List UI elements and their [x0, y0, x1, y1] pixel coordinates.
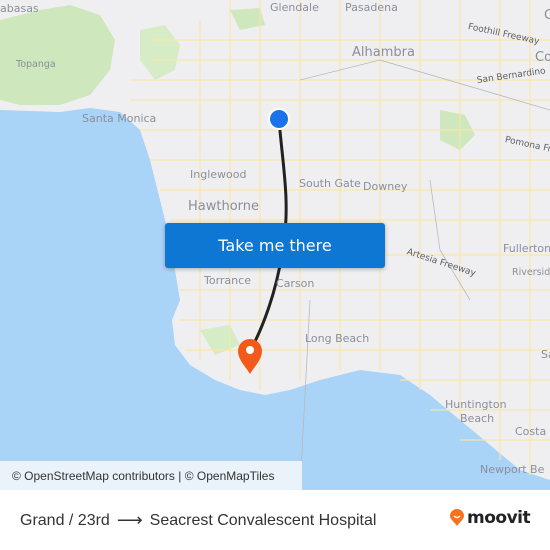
- place-label: Riverside: [512, 267, 550, 278]
- place-label: Hawthorne: [188, 199, 260, 214]
- place-label: Fullerton: [503, 242, 550, 255]
- park: [140, 25, 180, 80]
- place-label: abasas: [0, 2, 39, 15]
- destination-pin-icon[interactable]: [236, 337, 264, 375]
- place-label: Carson: [276, 277, 315, 290]
- place-label: Glendale: [270, 1, 319, 14]
- place-label: Beach: [460, 412, 495, 425]
- place-label: South Gate: [299, 177, 361, 190]
- moovit-pin-icon: [450, 509, 464, 526]
- place-label: Downey: [363, 180, 408, 193]
- destination-name: Seacrest Convalescent Hospital: [149, 511, 377, 529]
- map[interactable]: abasas Topanga Glendale Pasadena Alhambr…: [0, 0, 550, 490]
- place-label: Torrance: [204, 274, 251, 287]
- place-label: Inglewood: [190, 168, 247, 181]
- place-label: Co: [535, 50, 550, 65]
- origin-name: Grand / 23rd: [20, 511, 110, 529]
- map-attribution[interactable]: © OpenStreetMap contributors | © OpenMap…: [0, 461, 302, 490]
- place-label: Newport Be: [480, 463, 545, 476]
- place-label: Costa I: [515, 425, 550, 438]
- place-label: Long Beach: [305, 332, 370, 345]
- park: [0, 5, 115, 105]
- place-label: Topanga: [16, 59, 56, 70]
- take-me-there-button[interactable]: Take me there: [165, 223, 385, 268]
- place-label: Santa Monica: [82, 112, 157, 125]
- moovit-logo[interactable]: moovit: [449, 508, 531, 528]
- arrow-right-icon: ⟶: [116, 510, 143, 530]
- ocean: [0, 108, 550, 490]
- origin-marker[interactable]: [267, 107, 291, 131]
- route-summary: Grand / 23rd ⟶ Seacrest Convalescent Hos…: [20, 510, 376, 531]
- place-label: C: [544, 8, 550, 23]
- moovit-wordmark: moovit: [467, 508, 531, 528]
- place-label: Alhambra: [352, 45, 415, 60]
- place-label: Huntington: [445, 398, 507, 411]
- place-label: Pasadena: [345, 1, 398, 14]
- place-label: Sa: [541, 348, 550, 361]
